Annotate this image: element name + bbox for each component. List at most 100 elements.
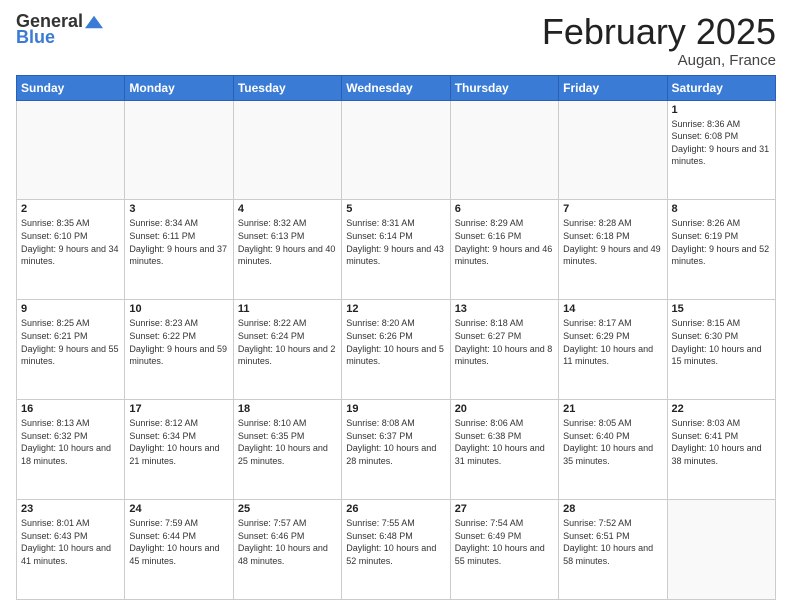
header: General Blue February 2025 Augan, France [16, 12, 776, 69]
calendar-cell [342, 100, 450, 200]
calendar-cell: 15 Sunrise: 8:15 AMSunset: 6:30 PMDayligh… [667, 300, 775, 400]
day-info: Sunrise: 8:01 AMSunset: 6:43 PMDaylight:… [21, 517, 120, 567]
day-number: 15 [672, 303, 771, 315]
calendar-cell [450, 100, 558, 200]
calendar-cell: 6 Sunrise: 8:29 AMSunset: 6:16 PMDaylight… [450, 200, 558, 300]
day-info: Sunrise: 8:22 AMSunset: 6:24 PMDaylight:… [238, 317, 337, 367]
day-info: Sunrise: 8:15 AMSunset: 6:30 PMDaylight:… [672, 317, 771, 367]
calendar-cell: 5Sunrise: 8:31 AMSunset: 6:14 PMDaylight… [342, 200, 450, 300]
day-info: Sunrise: 8:23 AMSunset: 6:22 PMDaylight:… [129, 317, 228, 367]
day-number: 19 [346, 403, 445, 415]
day-number: 11 [238, 303, 337, 315]
calendar-header-thursday: Thursday [450, 75, 558, 100]
day-info: Sunrise: 8:05 AMSunset: 6:40 PMDaylight:… [563, 417, 662, 467]
calendar-cell [17, 100, 125, 200]
day-number: 3 [129, 203, 228, 215]
day-number: 7 [563, 203, 662, 215]
calendar-cell: 21 Sunrise: 8:05 AMSunset: 6:40 PMDayligh… [559, 400, 667, 500]
day-number: 24 [129, 503, 228, 515]
day-info: Sunrise: 8:32 AMSunset: 6:13 PMDaylight:… [238, 217, 337, 267]
day-info: Sunrise: 8:06 AMSunset: 6:38 PMDaylight:… [455, 417, 554, 467]
day-info: Sunrise: 8:29 AMSunset: 6:16 PMDaylight:… [455, 217, 554, 267]
calendar-cell: 28 Sunrise: 7:52 AMSunset: 6:51 PMDayligh… [559, 500, 667, 600]
calendar-cell: 16Sunrise: 8:13 AMSunset: 6:32 PMDayligh… [17, 400, 125, 500]
calendar-header-friday: Friday [559, 75, 667, 100]
calendar-cell: 13 Sunrise: 8:18 AMSunset: 6:27 PMDayligh… [450, 300, 558, 400]
calendar-week-5: 23 Sunrise: 8:01 AMSunset: 6:43 PMDayligh… [17, 500, 776, 600]
calendar-cell: 2 Sunrise: 8:35 AMSunset: 6:10 PMDaylight… [17, 200, 125, 300]
calendar-week-4: 16Sunrise: 8:13 AMSunset: 6:32 PMDayligh… [17, 400, 776, 500]
day-info: Sunrise: 8:17 AMSunset: 6:29 PMDaylight:… [563, 317, 662, 367]
day-info: Sunrise: 8:28 AMSunset: 6:18 PMDaylight:… [563, 217, 662, 267]
calendar-header-sunday: Sunday [17, 75, 125, 100]
day-number: 16 [21, 403, 120, 415]
location: Augan, France [542, 52, 776, 69]
calendar-cell: 10 Sunrise: 8:23 AMSunset: 6:22 PMDayligh… [125, 300, 233, 400]
day-info: Sunrise: 8:03 AMSunset: 6:41 PMDaylight:… [672, 417, 771, 467]
calendar-header-tuesday: Tuesday [233, 75, 341, 100]
day-number: 10 [129, 303, 228, 315]
day-number: 13 [455, 303, 554, 315]
page: General Blue February 2025 Augan, France… [0, 0, 792, 612]
calendar-header-row: SundayMondayTuesdayWednesdayThursdayFrid… [17, 75, 776, 100]
day-number: 23 [21, 503, 120, 515]
calendar-cell: 18Sunrise: 8:10 AMSunset: 6:35 PMDayligh… [233, 400, 341, 500]
calendar-cell: 8Sunrise: 8:26 AMSunset: 6:19 PMDaylight… [667, 200, 775, 300]
calendar: SundayMondayTuesdayWednesdayThursdayFrid… [16, 75, 776, 600]
calendar-header-wednesday: Wednesday [342, 75, 450, 100]
logo-blue-text: Blue [16, 28, 55, 48]
day-info: Sunrise: 8:35 AMSunset: 6:10 PMDaylight:… [21, 217, 120, 267]
calendar-cell: 3Sunrise: 8:34 AMSunset: 6:11 PMDaylight… [125, 200, 233, 300]
calendar-cell: 12Sunrise: 8:20 AMSunset: 6:26 PMDayligh… [342, 300, 450, 400]
calendar-week-1: 1Sunrise: 8:36 AMSunset: 6:08 PMDaylight… [17, 100, 776, 200]
day-number: 17 [129, 403, 228, 415]
calendar-week-3: 9 Sunrise: 8:25 AMSunset: 6:21 PMDaylight… [17, 300, 776, 400]
title-block: February 2025 Augan, France [542, 12, 776, 69]
day-info: Sunrise: 8:10 AMSunset: 6:35 PMDaylight:… [238, 417, 337, 467]
day-number: 1 [672, 104, 771, 116]
day-number: 2 [21, 203, 120, 215]
day-number: 14 [563, 303, 662, 315]
day-number: 9 [21, 303, 120, 315]
day-number: 28 [563, 503, 662, 515]
day-info: Sunrise: 8:26 AMSunset: 6:19 PMDaylight:… [672, 217, 771, 267]
calendar-cell: 4 Sunrise: 8:32 AMSunset: 6:13 PMDaylight… [233, 200, 341, 300]
calendar-cell: 17 Sunrise: 8:12 AMSunset: 6:34 PMDayligh… [125, 400, 233, 500]
day-info: Sunrise: 7:52 AMSunset: 6:51 PMDaylight:… [563, 517, 662, 567]
calendar-cell: 24 Sunrise: 7:59 AMSunset: 6:44 PMDayligh… [125, 500, 233, 600]
calendar-cell: 23 Sunrise: 8:01 AMSunset: 6:43 PMDayligh… [17, 500, 125, 600]
calendar-cell [233, 100, 341, 200]
day-info: Sunrise: 7:54 AMSunset: 6:49 PMDaylight:… [455, 517, 554, 567]
calendar-cell [559, 100, 667, 200]
day-number: 6 [455, 203, 554, 215]
day-number: 4 [238, 203, 337, 215]
day-number: 21 [563, 403, 662, 415]
calendar-week-2: 2 Sunrise: 8:35 AMSunset: 6:10 PMDaylight… [17, 200, 776, 300]
day-info: Sunrise: 7:59 AMSunset: 6:44 PMDaylight:… [129, 517, 228, 567]
logo-icon [85, 13, 103, 31]
calendar-cell: 1Sunrise: 8:36 AMSunset: 6:08 PMDaylight… [667, 100, 775, 200]
calendar-cell: 14 Sunrise: 8:17 AMSunset: 6:29 PMDayligh… [559, 300, 667, 400]
day-number: 12 [346, 303, 445, 315]
calendar-cell [667, 500, 775, 600]
month-year: February 2025 [542, 12, 776, 52]
day-number: 27 [455, 503, 554, 515]
calendar-cell: 19Sunrise: 8:08 AMSunset: 6:37 PMDayligh… [342, 400, 450, 500]
calendar-cell [125, 100, 233, 200]
day-number: 22 [672, 403, 771, 415]
day-info: Sunrise: 8:25 AMSunset: 6:21 PMDaylight:… [21, 317, 120, 367]
calendar-cell: 20 Sunrise: 8:06 AMSunset: 6:38 PMDayligh… [450, 400, 558, 500]
calendar-cell: 11 Sunrise: 8:22 AMSunset: 6:24 PMDayligh… [233, 300, 341, 400]
calendar-header-saturday: Saturday [667, 75, 775, 100]
calendar-cell: 25Sunrise: 7:57 AMSunset: 6:46 PMDayligh… [233, 500, 341, 600]
day-number: 20 [455, 403, 554, 415]
calendar-cell: 26Sunrise: 7:55 AMSunset: 6:48 PMDayligh… [342, 500, 450, 600]
calendar-cell: 7 Sunrise: 8:28 AMSunset: 6:18 PMDaylight… [559, 200, 667, 300]
logo: General Blue [16, 12, 103, 48]
day-info: Sunrise: 8:31 AMSunset: 6:14 PMDaylight:… [346, 217, 445, 267]
day-info: Sunrise: 8:12 AMSunset: 6:34 PMDaylight:… [129, 417, 228, 467]
day-number: 26 [346, 503, 445, 515]
calendar-cell: 22 Sunrise: 8:03 AMSunset: 6:41 PMDayligh… [667, 400, 775, 500]
calendar-header-monday: Monday [125, 75, 233, 100]
day-info: Sunrise: 8:18 AMSunset: 6:27 PMDaylight:… [455, 317, 554, 367]
